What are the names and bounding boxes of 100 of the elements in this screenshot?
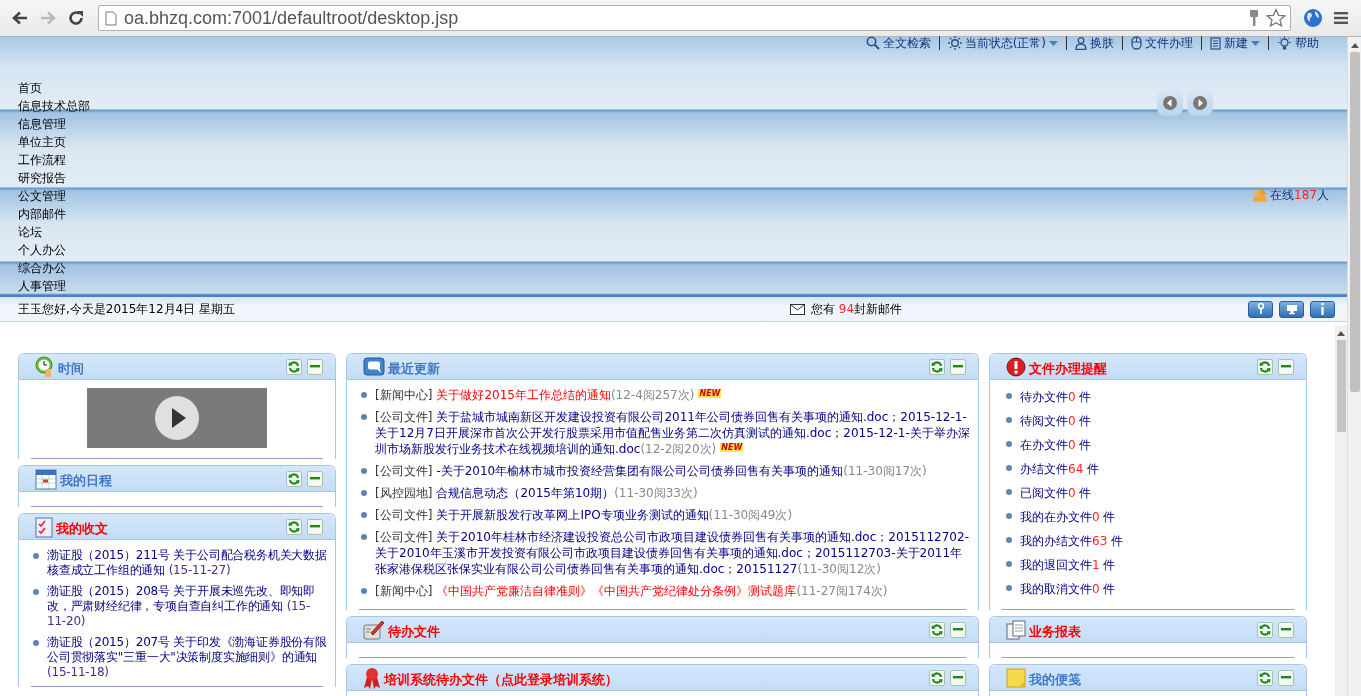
toplink[interactable]: 当前状态(正常) xyxy=(938,36,1066,50)
bullet-icon xyxy=(1006,465,1012,471)
menu-item[interactable]: 单位主页 xyxy=(18,133,90,151)
file-count-link[interactable]: 我的办结文件63 件 xyxy=(1020,534,1124,548)
file-count-link[interactable]: 在办文件0 件 xyxy=(1020,438,1092,452)
new-mail-link[interactable]: 您有 94封新邮件 xyxy=(811,300,903,318)
globe-icon xyxy=(1303,8,1323,28)
back-arrow-icon xyxy=(12,11,28,25)
minimize-button[interactable] xyxy=(950,621,966,638)
refresh-button[interactable] xyxy=(286,358,302,375)
minus-icon xyxy=(310,477,320,480)
bullet-icon xyxy=(1006,441,1012,447)
minimize-button[interactable] xyxy=(307,518,323,535)
refresh-icon xyxy=(1259,623,1271,636)
reload-icon xyxy=(68,10,84,26)
online-count-link[interactable]: 在线187人 xyxy=(1270,187,1329,204)
refresh-button[interactable] xyxy=(929,621,945,638)
refresh-icon xyxy=(288,360,300,373)
menu-item[interactable]: 首页 xyxy=(18,79,90,97)
address-bar[interactable]: oa.bhzq.com:7001/defaultroot/desktop.jsp xyxy=(98,5,1291,31)
document-link[interactable]: 渤证股（2015）211号 关于公司配合税务机关大数据核查成立工作组的通知 (15-11-27) xyxy=(47,548,329,578)
info-button[interactable] xyxy=(1310,300,1335,318)
alert-icon xyxy=(1006,356,1026,377)
refresh-button[interactable] xyxy=(286,470,302,487)
scroll-right-button[interactable] xyxy=(1187,90,1213,116)
toplink[interactable]: 文件办理 xyxy=(1122,36,1201,50)
minimize-button[interactable] xyxy=(1278,669,1294,686)
refresh-icon xyxy=(931,623,943,636)
refresh-button[interactable] xyxy=(1257,621,1273,638)
caret-icon xyxy=(1049,40,1058,46)
minus-icon xyxy=(953,628,963,631)
minimize-button[interactable] xyxy=(307,358,323,375)
scrollbar[interactable] xyxy=(1347,37,1361,696)
minus-icon xyxy=(310,365,320,368)
news-link[interactable]: [新闻中心] 关于做好2015年工作总结的通知(12-4阅257次) NEW xyxy=(375,387,722,403)
minimize-button[interactable] xyxy=(950,669,966,686)
news-link[interactable]: [公司文件] 关于开展新股发行改革网上IPO专项业务测试的通知(11-30阅49次) xyxy=(375,507,793,523)
refresh-button[interactable] xyxy=(1257,358,1273,375)
menu-item[interactable]: 公文管理 xyxy=(18,187,90,205)
minimize-button[interactable] xyxy=(1278,621,1294,638)
menu-item[interactable]: 工作流程 xyxy=(18,151,90,169)
toplink[interactable]: 换肤 xyxy=(1066,36,1122,50)
file-count-link[interactable]: 我的退回文件1 件 xyxy=(1020,558,1116,572)
file-count-link[interactable]: 待阅文件0 件 xyxy=(1020,414,1092,428)
minimize-button[interactable] xyxy=(950,358,966,375)
bullet-icon xyxy=(1006,417,1012,423)
star-icon xyxy=(1266,8,1286,28)
bullet-icon xyxy=(361,468,367,474)
news-link[interactable]: [风控园地] 合规信息动态（2015年第10期）(11-30阅33次) xyxy=(375,485,698,501)
minimize-button[interactable] xyxy=(307,470,323,487)
menu-item[interactable]: 个人办公 xyxy=(18,241,90,259)
menu-item[interactable]: 信息技术总部 xyxy=(18,97,90,115)
scrollbar[interactable] xyxy=(1335,325,1347,696)
file-count-link[interactable]: 我的取消文件0 件 xyxy=(1020,582,1116,596)
menu-item[interactable]: 内部邮件 xyxy=(18,205,90,223)
menu-item[interactable]: 论坛 xyxy=(18,223,90,241)
bullet-icon xyxy=(361,490,367,496)
bullet-icon xyxy=(33,553,39,559)
refresh-icon xyxy=(288,472,300,485)
refresh-icon xyxy=(931,360,943,373)
news-link[interactable]: [公司文件] 关于盐城市城南新区开发建设投资有限公司2011年公司债券回售有关事项的通知.doc；2015-12-1-关于12月7日开展深市首次公开发行股票采用市值配售业务第二次仿真测试的通知.doc；2015-12-1-关于举办深圳市场新股发行业务技术在线视频培训的通知.doc(12-2阅20次) NEW xyxy=(375,409,974,457)
document-link[interactable]: 渤证股（2015）207号 关于印发《渤海证券股份有限公司贯彻落实"三重一大"决策制度实施细则》的通知 (15-11-18) xyxy=(47,635,329,680)
play-button-icon xyxy=(154,395,200,441)
greeting-text: 王玉您好,今天是2015年12月4日 星期五 xyxy=(18,300,237,318)
refresh-icon xyxy=(1259,360,1271,373)
file-count-link[interactable]: 我的在办文件0 件 xyxy=(1020,510,1116,524)
minus-icon xyxy=(310,525,320,528)
toplink[interactable]: 帮助 xyxy=(1268,36,1327,50)
monitor-button[interactable] xyxy=(1279,300,1304,318)
menu-item[interactable]: 人事管理 xyxy=(18,277,90,295)
new-badge: NEW xyxy=(720,443,744,452)
menu-item[interactable]: 研究报告 xyxy=(18,169,90,187)
scroll-left-button[interactable] xyxy=(1157,90,1183,116)
bullet-icon xyxy=(361,512,367,518)
file-count-link[interactable]: 待办文件0 件 xyxy=(1020,390,1092,404)
minus-icon xyxy=(1281,628,1291,631)
file-count-link[interactable]: 已阅文件0 件 xyxy=(1020,486,1092,500)
minus-icon xyxy=(1281,676,1291,679)
clock-icon xyxy=(35,355,55,378)
news-link[interactable]: [公司文件] -关于2010年榆林市城市投资经营集团有限公司公司债券回售有关事项的通知(11-30阅17次) xyxy=(375,463,927,479)
pin-button[interactable] xyxy=(1248,300,1273,318)
search-icon xyxy=(865,36,880,50)
bullet-icon xyxy=(361,414,367,420)
minus-icon xyxy=(953,676,963,679)
refresh-button[interactable] xyxy=(929,358,945,375)
news-link[interactable]: [公司文件] 关于2010年桂林市经济建设投资总公司市政项目建设债券回售有关事项的通知.doc；2015112702-关于2010年玉溪市开发投资有限公司市政项目建设债券回售有关事项的通知.doc；2015112703-关于2011年张家港保税区张保实业有限公司公司债券回售有关事项的通知.doc；20151127(11-30阅12次) xyxy=(375,529,974,577)
menu-item[interactable]: 信息管理 xyxy=(18,115,90,133)
news-link[interactable]: [新闻中心] 《中国共产党廉洁自律准则》《中国共产党纪律处分条例》测试题库(11-27阅174次) xyxy=(375,583,888,599)
refresh-button[interactable] xyxy=(1257,669,1273,686)
toplink[interactable]: 全文检索 xyxy=(857,36,939,50)
file-count-link[interactable]: 办结文件64 件 xyxy=(1020,462,1100,476)
refresh-button[interactable] xyxy=(929,669,945,686)
minimize-button[interactable] xyxy=(1278,358,1294,375)
menu-item[interactable]: 综合办公 xyxy=(18,259,90,277)
document-icon xyxy=(1210,36,1221,50)
document-link[interactable]: 渤证股（2015）208号 关于开展未巡先改、即知即改，严肃财经纪律，专项自查自纠工作的通知 (15-11-20) xyxy=(47,584,329,629)
refresh-button[interactable] xyxy=(286,518,302,535)
key-icon xyxy=(1249,9,1259,27)
toplink[interactable]: 新建 xyxy=(1201,36,1268,50)
note-icon xyxy=(1006,667,1026,688)
